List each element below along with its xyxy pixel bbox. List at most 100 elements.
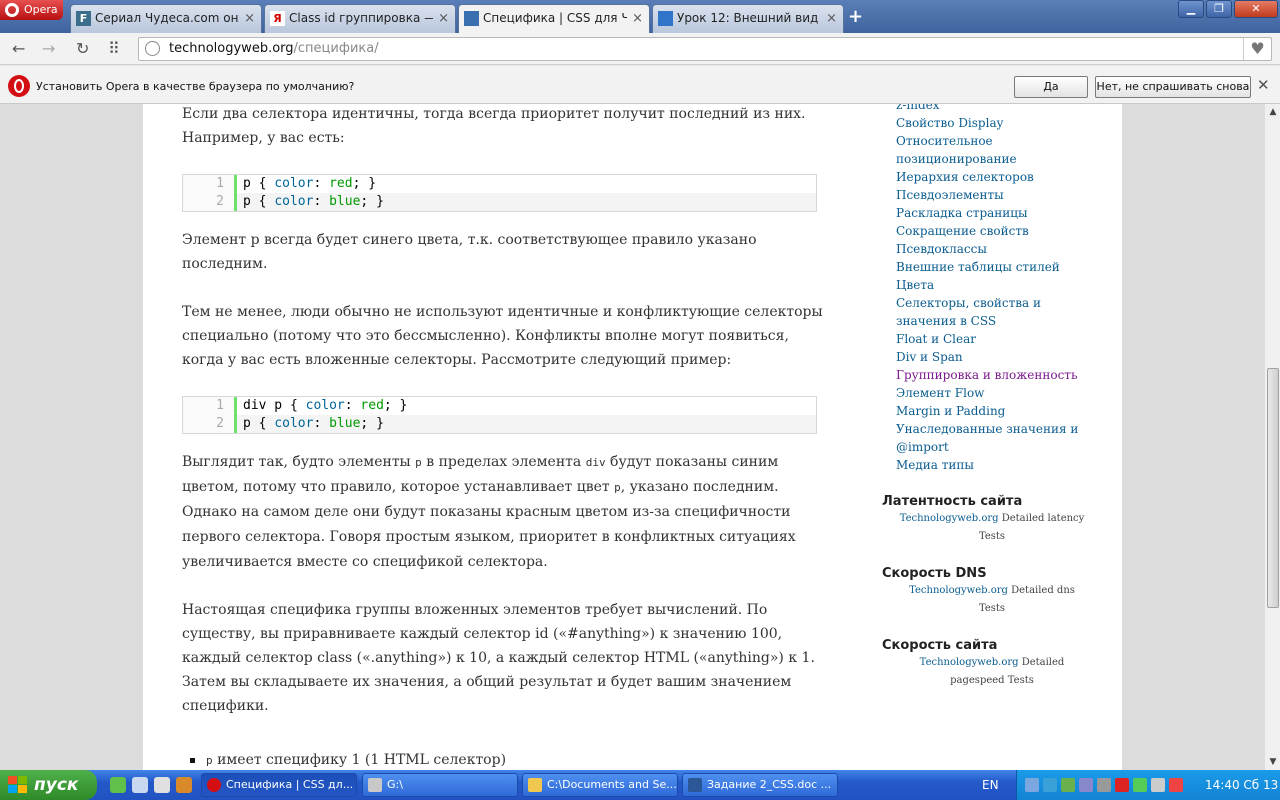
tray-app-icon[interactable] [1079,778,1093,792]
paragraph: Если два селектора идентичны, тогда всег… [182,106,806,146]
language-indicator[interactable]: EN [982,778,999,792]
maximize-button[interactable]: ❐ [1206,0,1232,18]
tab-bar: Opera F Сериал Чудеса.com онлайн × Я Cla… [0,0,1280,33]
tab-close-icon[interactable]: × [632,5,643,32]
tab-urok12[interactable]: Урок 12: Внешний вид (CSS × [652,4,844,33]
scroll-down-arrow-icon[interactable]: ▼ [1265,754,1280,770]
quicklaunch-window-icon[interactable] [154,777,170,793]
sidebar-link[interactable]: Элемент Flow [896,384,984,402]
taskbar-button-word-doc[interactable]: Задание 2_CSS.doc ... [682,773,838,797]
widget-title: Скорость DNS [882,566,987,581]
scroll-up-arrow-icon[interactable]: ▲ [1265,104,1280,120]
code-block: 12 div p { color: red; } p { color: blue… [182,396,817,434]
sidebar-link[interactable]: Иерархия селекторов [896,168,1034,186]
network-icon[interactable] [1025,778,1039,792]
taskbar-button-drive-g[interactable]: G:\ [362,773,518,797]
windows-taskbar: пуск Специфика | CSS дл... G:\ C:\Docume… [0,770,1280,800]
widget-title: Латентность сайта [882,494,1023,509]
speed-dial-grid-icon[interactable]: ⠿ [108,39,120,58]
system-tray: 14:40 Сб 13 [1016,770,1280,800]
sidebar-link[interactable]: Свойство Display [896,114,1003,132]
code-line: p { color: blue; } [243,416,384,431]
code-line: p { color: blue; } [243,194,384,209]
quicklaunch-app-icon[interactable] [176,777,192,793]
minimize-button[interactable]: ▁ [1178,0,1204,18]
utorrent-tray-icon[interactable] [1133,778,1147,792]
tray-app-icon[interactable] [1043,778,1057,792]
windows-flag-icon [8,776,28,794]
tab-close-icon[interactable]: × [826,5,837,32]
sidebar-link[interactable]: Сокращение свойств [896,222,1029,240]
quicklaunch-show-desktop-icon[interactable] [132,777,148,793]
tab-favicon-icon [464,11,479,26]
sidebar-link[interactable]: Div и Span [896,348,963,366]
taskbar-button-documents[interactable]: C:\Documents and Se... [522,773,678,797]
specificity-list: p имеет специфику 1 (1 HTML селектор) [190,748,506,770]
sidebar-link[interactable]: Унаследованные значения и [896,420,1078,438]
sidebar-link[interactable]: z-index [896,104,940,114]
yes-button[interactable]: Да [1014,76,1088,98]
widget-text: Technologyweb.org Detailed pagespeed Test… [919,657,1065,686]
code-line: p { color: red; } [243,176,377,191]
paragraph: Выглядит так, будто элементы p в предела… [182,454,796,570]
sidebar-link[interactable]: Раскладка страницы [896,204,1028,222]
flag-icon[interactable] [1169,778,1183,792]
opera-logo-icon [8,75,30,97]
paragraph: Настоящая специфика группы вложенных эле… [182,602,815,714]
tray-app-icon[interactable] [1061,778,1075,792]
tray-app-icon[interactable] [1097,778,1111,792]
globe-icon [145,41,160,56]
start-button[interactable]: пуск [0,770,97,800]
new-tab-button[interactable]: + [848,6,863,27]
back-button[interactable]: ← [12,39,25,58]
sidebar-link[interactable]: Margin и Padding [896,402,1005,420]
code-line: div p { color: red; } [243,398,408,413]
tab-close-icon[interactable]: × [244,5,255,32]
yandex-favicon-icon: Я [270,11,285,26]
sidebar-link[interactable]: @import [896,438,949,456]
word-doc-icon [688,778,702,792]
sidebar-link[interactable]: Медиа типы [896,456,974,474]
infobar-message: Установить Opera в качестве браузера по … [36,80,355,93]
page-content: Если два селектора идентичны, тогда всег… [143,104,1122,770]
no-dont-ask-button[interactable]: Нет, не спрашивать снова [1095,76,1251,98]
widget-text: Technologyweb.org Detailed latency Tests [899,513,1085,542]
line-numbers: 12 [183,397,237,433]
sidebar-link[interactable]: Относительное [896,132,993,150]
default-browser-infobar: Установить Opera в качестве браузера по … [0,66,1280,104]
folder-icon [528,778,542,792]
sidebar-link[interactable]: значения в CSS [896,312,996,330]
list-item: p имеет специфику 1 (1 HTML селектор) [190,748,506,770]
sidebar-link[interactable]: Псевдоэлементы [896,186,1004,204]
printer-icon[interactable] [1151,778,1165,792]
drive-icon [368,778,382,792]
antivirus-icon[interactable] [1115,778,1129,792]
scrollbar-thumb[interactable] [1267,368,1279,608]
quicklaunch-utorrent-icon[interactable] [110,777,126,793]
sidebar-link[interactable]: позиционирование [896,150,1017,168]
sidebar-link[interactable]: Селекторы, свойства и [896,294,1041,312]
sidebar-link[interactable]: Внешние таблицы стилей [896,258,1060,276]
widget-text: Technologyweb.org Detailed dns Tests [909,585,1075,614]
sidebar-link[interactable]: Цвета [896,276,934,294]
taskbar-button-opera[interactable]: Специфика | CSS дл... [201,773,357,797]
reload-button[interactable]: ↻ [76,39,89,58]
paragraph: Элемент p всегда будет синего цвета, т.к… [182,232,757,272]
tab-specifika[interactable]: Специфика | CSS для Чайн × [458,4,650,33]
forward-button[interactable]: → [42,39,55,58]
infobar-close-icon[interactable]: ✕ [1257,76,1270,94]
vertical-scrollbar[interactable]: ▲ ▼ [1264,104,1280,770]
tab-close-icon[interactable]: × [438,5,449,32]
tab-serial[interactable]: F Сериал Чудеса.com онлайн × [70,4,262,33]
url-input[interactable]: technologyweb.org/специфика/ ♥ [138,37,1272,61]
sidebar-link[interactable]: Псевдоклассы [896,240,987,258]
tab-favicon-icon [658,11,673,26]
clock[interactable]: 14:40 Сб 13 [1205,778,1278,792]
sidebar-link[interactable]: Группировка и вложенность [896,366,1077,384]
widget-title: Скорость сайта [882,638,998,653]
sidebar-link[interactable]: Float и Clear [896,330,976,348]
tab-yandex[interactable]: Я Class id группировка — Янд × [264,4,456,33]
bookmark-heart-icon[interactable]: ♥ [1243,38,1271,60]
opera-menu-button[interactable]: Opera [0,0,63,20]
close-window-button[interactable]: ✕ [1234,0,1278,18]
